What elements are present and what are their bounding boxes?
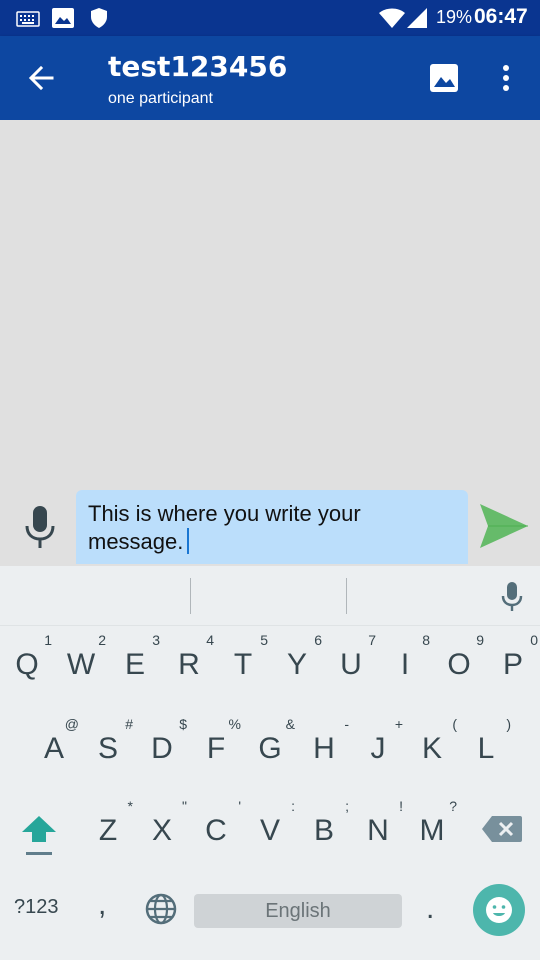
key-e[interactable]: 3E [108,626,162,706]
send-button[interactable] [476,500,532,552]
text-caret [187,528,190,554]
microphone-icon [25,506,55,548]
more-options-button[interactable] [490,58,522,98]
soft-keyboard: 1Q 2W 3E 4R 5T 6Y 7U 8I 9O 0P @ A # S $ D %… [0,566,540,960]
shift-key[interactable] [14,810,64,862]
key-l[interactable]: ) L [459,710,513,790]
emoji-key[interactable] [473,884,525,936]
voice-input-button[interactable] [18,502,62,554]
key-b[interactable]: ; B [297,792,351,872]
backspace-icon [482,816,522,842]
key-r[interactable]: 4R [162,626,216,706]
keyboard-voice-button[interactable] [498,580,526,614]
key-x[interactable]: " X [135,792,189,872]
key-m[interactable]: ? M [405,792,459,872]
suggestion-divider [346,578,347,614]
symbols-key[interactable]: ?123 [14,896,59,919]
back-button[interactable] [20,58,64,98]
key-q[interactable]: 1Q [0,626,54,706]
battery-percent: 19% [436,7,473,27]
shift-icon [22,816,56,855]
arrow-back-icon [28,65,54,91]
message-text: This is where you write your message. [88,501,361,554]
clock-time: 06:47 [474,5,528,28]
key-v[interactable]: :V [243,792,297,872]
conversation-title: test123456 [108,50,288,83]
app-bar: test123456 one participant [0,36,540,120]
key-t[interactable]: 5T [216,626,270,706]
message-input[interactable]: This is where you write your message. [76,490,468,564]
key-w[interactable]: 2W [54,626,108,706]
comma-key[interactable]: , [98,888,106,922]
key-j[interactable]: + J [351,710,405,790]
key-d[interactable]: $ D [135,710,189,790]
suggestion-divider [190,578,191,614]
key-g[interactable]: & G [243,710,297,790]
key-o[interactable]: 9O [432,626,486,706]
key-c[interactable]: ' C [189,792,243,872]
wifi-icon [379,8,405,28]
key-n[interactable]: ! N [351,792,405,872]
image-icon [430,64,458,92]
keyboard-icon [16,11,40,27]
period-key[interactable]: . [426,892,434,926]
space-key[interactable]: English [194,894,402,928]
key-y[interactable]: 6Y [270,626,324,706]
compose-bar: This is where you write your message. [0,488,540,566]
shield-icon [91,8,107,28]
status-bar: 19% 06:47 [0,0,540,36]
key-u[interactable]: 7U [324,626,378,706]
suggestion-strip[interactable] [0,566,540,626]
key-h[interactable]: -H [297,710,351,790]
key-z[interactable]: * Z [81,792,135,872]
language-key[interactable] [144,892,178,926]
key-a[interactable]: @ A [27,710,81,790]
conversation-subtitle: one participant [108,90,213,107]
delete-key[interactable] [480,812,524,846]
key-p[interactable]: 0P [486,626,540,706]
gallery-button[interactable] [424,58,464,98]
key-f[interactable]: % F [189,710,243,790]
image-icon [52,8,74,28]
messages-area[interactable] [0,120,540,488]
globe-icon [145,893,177,925]
more-vert-icon [503,65,509,91]
key-k[interactable]: (K [405,710,459,790]
signal-icon [407,8,427,28]
microphone-icon [501,582,523,611]
key-i[interactable]: 8I [378,626,432,706]
smiley-icon [486,897,512,923]
key-s[interactable]: # S [81,710,135,790]
send-icon [480,504,528,548]
